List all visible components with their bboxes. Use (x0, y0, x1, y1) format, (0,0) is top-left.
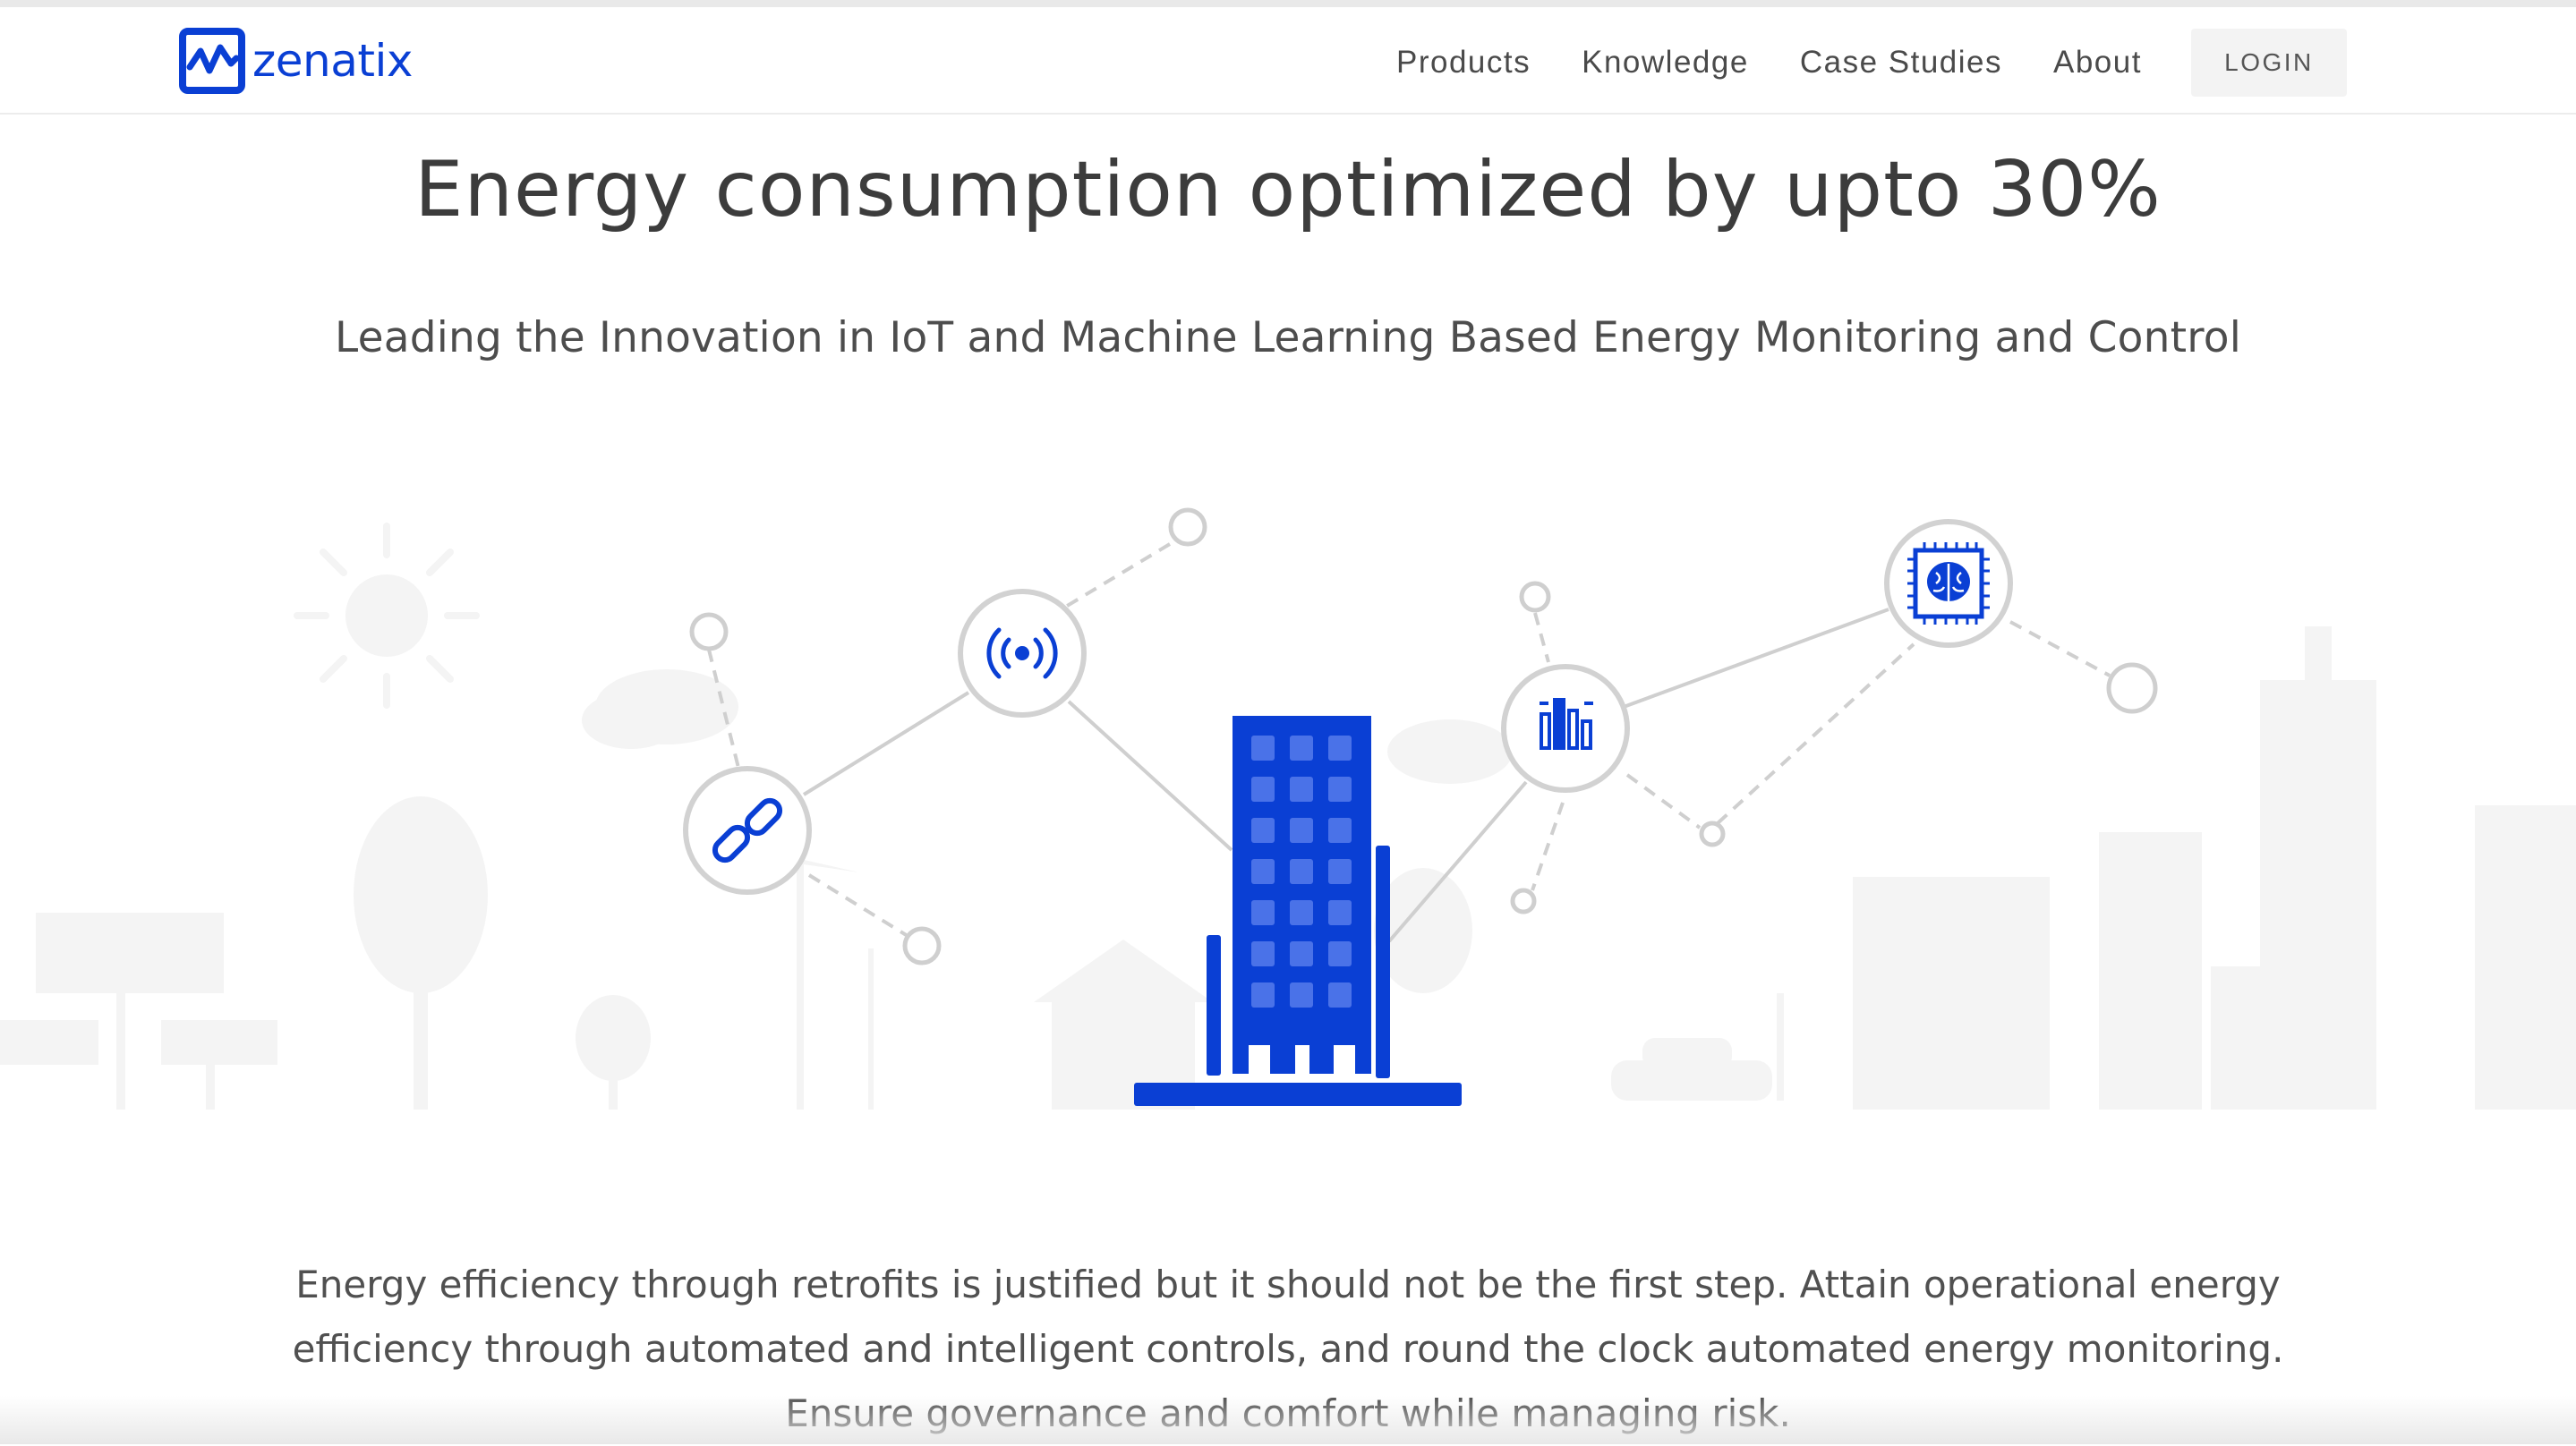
link-node (683, 766, 812, 895)
nav-about[interactable]: About (2053, 45, 2142, 81)
hero-illustration (0, 483, 2576, 1127)
brand-name: zenatix (252, 35, 413, 87)
hero-subtitle: Leading the Innovation in IoT and Machin… (335, 313, 2241, 362)
bottom-shadow (0, 1396, 2576, 1444)
pulse-square-icon (179, 28, 245, 94)
nav-knowledge[interactable]: Knowledge (1582, 45, 1749, 81)
hero-title: Energy consumption optimized by upto 30% (414, 145, 2162, 234)
brand-logo[interactable]: zenatix (179, 27, 413, 95)
brain-node (1884, 519, 2013, 648)
wireless-node (958, 589, 1087, 718)
browser-top-edge (0, 0, 2576, 7)
sun-icon (294, 523, 480, 709)
site-header: zenatix Products Knowledge Case Studies … (0, 7, 2576, 115)
iot-network-illustration (0, 507, 2576, 1110)
nav-case-studies[interactable]: Case Studies (1800, 45, 2002, 81)
main-nav: Products Knowledge Case Studies About LO… (1396, 27, 2347, 98)
login-button[interactable]: LOGIN (2190, 29, 2347, 97)
nav-products[interactable]: Products (1396, 45, 1531, 81)
chart-node (1501, 664, 1630, 793)
